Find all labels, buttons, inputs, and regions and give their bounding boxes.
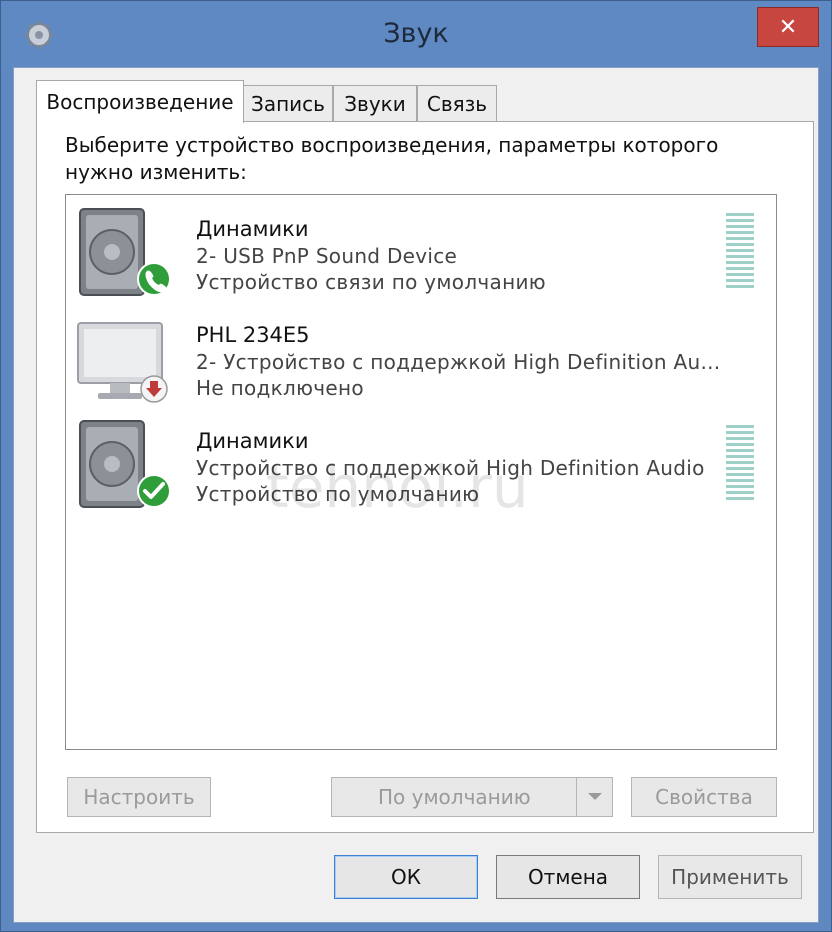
speaker-icon (79, 420, 171, 508)
close-button[interactable]: ✕ (757, 7, 819, 47)
device-list[interactable]: Динамики 2- USB PnP Sound Device Устройс… (65, 194, 777, 750)
instruction-text: Выберите устройство воспроизведения, пар… (65, 133, 719, 184)
tab-label: Связь (426, 91, 488, 116)
device-name: Динамики (196, 429, 309, 453)
dialog-client-area: Воспроизведение Запись Звуки Связь Выбер… (13, 67, 819, 923)
playback-tab-panel: Выберите устройство воспроизведения, пар… (36, 121, 814, 833)
set-default-dropdown-toggle[interactable] (576, 778, 612, 816)
device-status: Не подключено (196, 376, 364, 400)
list-item-device-monitor[interactable]: PHL 234E5 2- Устройство с поддержкой Hig… (66, 305, 776, 409)
speaker-icon (79, 208, 171, 296)
disconnected-arrow-icon (140, 375, 168, 403)
tab-recording[interactable]: Запись (243, 85, 333, 121)
monitor-icon (77, 322, 168, 403)
tab-sounds[interactable]: Звуки (333, 85, 417, 121)
button-label: Применить (671, 865, 789, 889)
tab-label: Звуки (344, 91, 406, 116)
list-item-device-speakers-usb[interactable]: Динамики 2- USB PnP Sound Device Устройс… (66, 199, 776, 303)
tab-playback[interactable]: Воспроизведение (36, 80, 244, 123)
tab-label: Запись (251, 91, 325, 116)
apply-button[interactable]: Применить (658, 855, 802, 899)
button-label: ОК (391, 865, 421, 889)
volume-level-meter (726, 213, 754, 288)
close-icon: ✕ (778, 14, 798, 40)
ok-button[interactable]: ОК (334, 855, 478, 899)
configure-button[interactable]: Настроить (67, 777, 211, 817)
window-title: Звук (383, 18, 449, 49)
button-label: Настроить (83, 785, 195, 809)
volume-level-meter (726, 425, 754, 500)
watermark: tehnoi.ru (266, 453, 529, 521)
chevron-down-icon (587, 793, 602, 800)
sound-dialog-window: Звук ✕ Воспроизведение Запись Звуки Связ… (0, 0, 832, 932)
phone-badge-icon (137, 262, 171, 296)
device-status: Устройство связи по умолчанию (196, 270, 546, 294)
set-default-split-button[interactable]: По умолчанию (331, 777, 613, 817)
device-description: 2- USB PnP Sound Device (196, 244, 458, 268)
properties-button[interactable]: Свойства (631, 777, 777, 817)
button-label: По умолчанию (378, 785, 531, 809)
title-bar[interactable]: Звук ✕ (1, 1, 831, 67)
button-label: Отмена (527, 865, 609, 889)
device-name: PHL 234E5 (196, 323, 310, 347)
tab-communications[interactable]: Связь (417, 85, 497, 121)
cancel-button[interactable]: Отмена (496, 855, 640, 899)
button-label: Свойства (655, 785, 753, 809)
device-name: Динамики (196, 217, 309, 241)
device-description: 2- Устройство с поддержкой High Definiti… (196, 350, 721, 374)
tab-label: Воспроизведение (46, 90, 234, 114)
checkmark-badge-icon (137, 474, 171, 508)
